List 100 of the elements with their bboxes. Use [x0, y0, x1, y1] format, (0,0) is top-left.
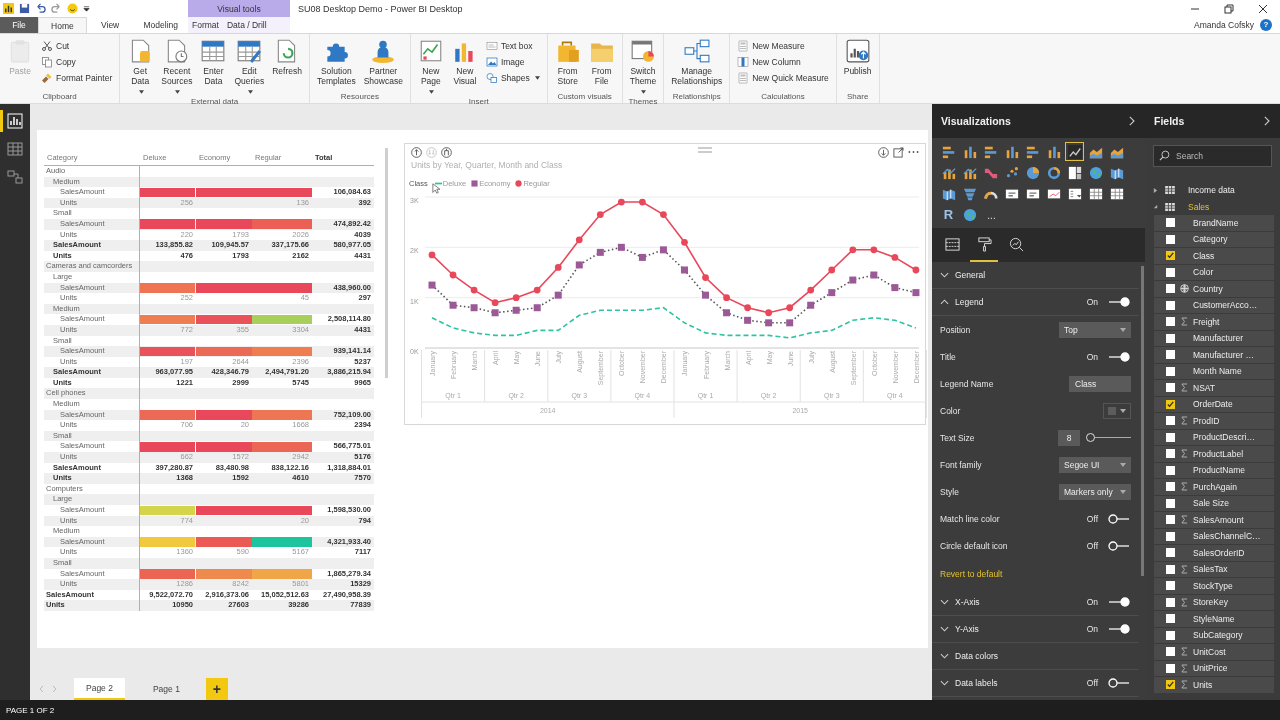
ribbon-button[interactable]: New Quick Measure	[734, 70, 832, 85]
ribbon-button[interactable]: New Visual	[448, 37, 481, 87]
number-field[interactable]: 8	[1058, 429, 1080, 446]
checkbox[interactable]	[1166, 465, 1175, 475]
dropdown[interactable]: Top	[1059, 321, 1131, 338]
section-header[interactable]: X-Axis	[940, 597, 980, 607]
toggle-switch[interactable]: On	[1086, 624, 1131, 634]
ribbon-button[interactable]: Image	[482, 54, 543, 69]
toggle-switch[interactable]: On	[1086, 297, 1131, 307]
section-header[interactable]: Data labels	[940, 678, 998, 688]
ribbon-button[interactable]: Publish	[840, 37, 875, 77]
field-name[interactable]: Class	[1193, 250, 1215, 261]
ribbon-button[interactable]: Format Painter	[38, 70, 116, 85]
checkbox[interactable]	[1166, 366, 1175, 376]
ribbon-button[interactable]: From Store	[551, 37, 584, 87]
ribbon-tab[interactable]: Home	[38, 17, 87, 33]
ribbon-button[interactable]: Enter Data	[197, 37, 230, 87]
ribbon-button[interactable]: Refresh	[269, 37, 305, 77]
ribbon-button[interactable]: Copy	[38, 54, 116, 69]
ribbon-tab[interactable]: File	[0, 17, 38, 33]
revert-link[interactable]: Revert to default	[940, 569, 1003, 579]
checkbox[interactable]	[1166, 548, 1175, 558]
checkbox[interactable]	[1166, 317, 1175, 327]
smiley-icon[interactable]	[67, 3, 78, 14]
checkbox[interactable]	[1166, 482, 1175, 492]
arrow-up-circle-icon[interactable]	[411, 146, 422, 158]
more-visuals-button[interactable]: ...	[981, 205, 1002, 226]
ribbon-button[interactable]: Shapes	[482, 70, 543, 85]
page-tab[interactable]: Page 1	[140, 678, 192, 700]
scrollbar[interactable]	[385, 148, 388, 378]
caret-icon[interactable]	[83, 5, 90, 12]
expand-arrow-icon[interactable]	[1153, 187, 1158, 193]
field-name[interactable]: ProdID	[1193, 415, 1220, 426]
field-name[interactable]: Country	[1193, 283, 1223, 294]
toggle-switch[interactable]: Off	[1086, 540, 1131, 551]
field-name[interactable]: NSAT	[1193, 382, 1216, 393]
checkbox[interactable]	[1166, 630, 1175, 640]
toggle-switch[interactable]: Off	[1086, 513, 1131, 524]
ribbon-tab[interactable]: Modeling	[133, 17, 188, 33]
arrow-down-circle-icon[interactable]	[878, 146, 889, 158]
checkbox[interactable]	[1166, 267, 1175, 277]
section-header[interactable]: General	[940, 270, 986, 280]
more-icon[interactable]	[908, 150, 919, 154]
section-header[interactable]: Legend	[940, 297, 984, 307]
help-button[interactable]: ?	[1260, 19, 1272, 31]
focus-mode-icon[interactable]	[893, 146, 904, 158]
field-name[interactable]: Color	[1193, 267, 1214, 278]
toggle-switch[interactable]: On	[1086, 597, 1131, 607]
field-name[interactable]: Freight	[1193, 316, 1220, 327]
checkbox[interactable]	[1166, 515, 1175, 525]
ribbon-button[interactable]: Edit Queries	[231, 37, 268, 97]
ribbon-button[interactable]: New Page	[414, 37, 447, 97]
checkbox[interactable]	[1166, 432, 1175, 442]
table-name[interactable]: Sales	[1188, 201, 1210, 212]
checkbox[interactable]	[1166, 399, 1175, 409]
ribbon-tab[interactable]: Data / Drill	[222, 17, 271, 33]
undo-icon[interactable]	[35, 3, 46, 14]
checkbox[interactable]	[1166, 597, 1175, 607]
ribbon-button[interactable]: New Measure	[734, 38, 832, 53]
checkbox[interactable]	[1166, 449, 1175, 459]
ribbon-button[interactable]: Partner Showcase	[360, 37, 406, 87]
field-name[interactable]: UnitCost	[1193, 646, 1226, 657]
ribbon-tab[interactable]: Format	[188, 17, 223, 33]
checkbox[interactable]	[1166, 531, 1175, 541]
slider-thumb[interactable]	[1086, 433, 1095, 442]
ribbon-tab[interactable]: View	[86, 17, 134, 33]
field-name[interactable]: Units	[1193, 679, 1213, 690]
checkbox[interactable]	[1166, 416, 1175, 426]
add-page-button[interactable]: +	[205, 678, 228, 700]
color-picker[interactable]	[1103, 402, 1131, 419]
checkbox[interactable]	[1166, 300, 1175, 310]
visual-type-button[interactable]: R	[939, 205, 958, 224]
checkbox[interactable]	[1166, 498, 1175, 508]
checkbox[interactable]	[1166, 564, 1175, 574]
ribbon-button[interactable]: Get Data	[124, 37, 157, 97]
search-field[interactable]: Search	[1153, 145, 1272, 167]
ribbon-button[interactable]: Cut	[38, 38, 116, 53]
ribbon-button[interactable]: Solution Templates	[313, 37, 359, 87]
checkbox[interactable]	[1166, 284, 1175, 294]
drag-handle-icon[interactable]	[698, 147, 712, 153]
fork-circle-icon[interactable]	[441, 146, 452, 158]
ribbon-button[interactable]: New Column	[734, 54, 832, 69]
redo-icon[interactable]	[51, 3, 62, 14]
save-icon[interactable]	[19, 3, 30, 14]
checkbox[interactable]	[1166, 647, 1175, 657]
section-header[interactable]: Data colors	[940, 651, 998, 661]
text-field[interactable]: Class	[1069, 375, 1131, 392]
checkbox[interactable]	[1166, 614, 1175, 624]
checkbox[interactable]	[1166, 663, 1175, 673]
ribbon-button[interactable]: Text box	[482, 38, 543, 53]
table-name[interactable]: Income data	[1188, 185, 1235, 196]
page-tab[interactable]: Page 2	[74, 678, 125, 700]
chevron-right-icon[interactable]	[1263, 116, 1270, 126]
toggle-switch[interactable]: Off	[1086, 678, 1131, 688]
visual-type-button[interactable]	[1065, 142, 1084, 161]
scrollbar[interactable]	[1141, 266, 1144, 576]
checkbox[interactable]	[1166, 581, 1175, 591]
toggle-switch[interactable]: On	[1086, 351, 1131, 362]
checkbox[interactable]	[1166, 383, 1175, 393]
checkbox[interactable]	[1166, 234, 1175, 244]
